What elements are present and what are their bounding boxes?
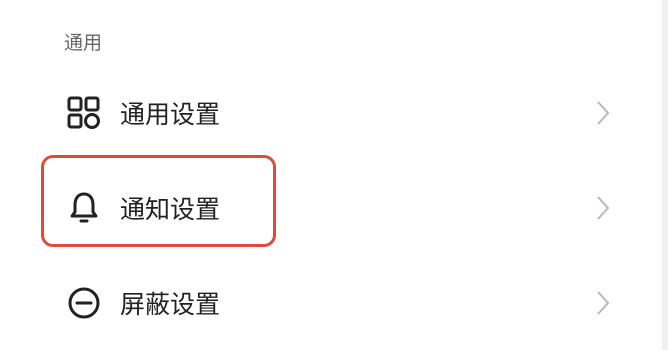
section-title: 通用 bbox=[64, 32, 103, 54]
general-settings-item[interactable]: 通用设置 bbox=[0, 80, 652, 146]
general-settings-label: 通用设置 bbox=[120, 100, 221, 129]
block-settings-label: 屏蔽设置 bbox=[120, 290, 221, 319]
chevron-right-icon bbox=[594, 289, 612, 317]
grid-apps-icon bbox=[66, 95, 102, 131]
block-settings-item[interactable]: 屏蔽设置 bbox=[0, 270, 652, 336]
block-minus-circle-icon bbox=[66, 285, 102, 321]
scroll-edge bbox=[662, 0, 668, 350]
chevron-right-icon bbox=[594, 99, 612, 127]
highlight-box bbox=[41, 155, 276, 247]
chevron-right-icon bbox=[594, 194, 612, 222]
